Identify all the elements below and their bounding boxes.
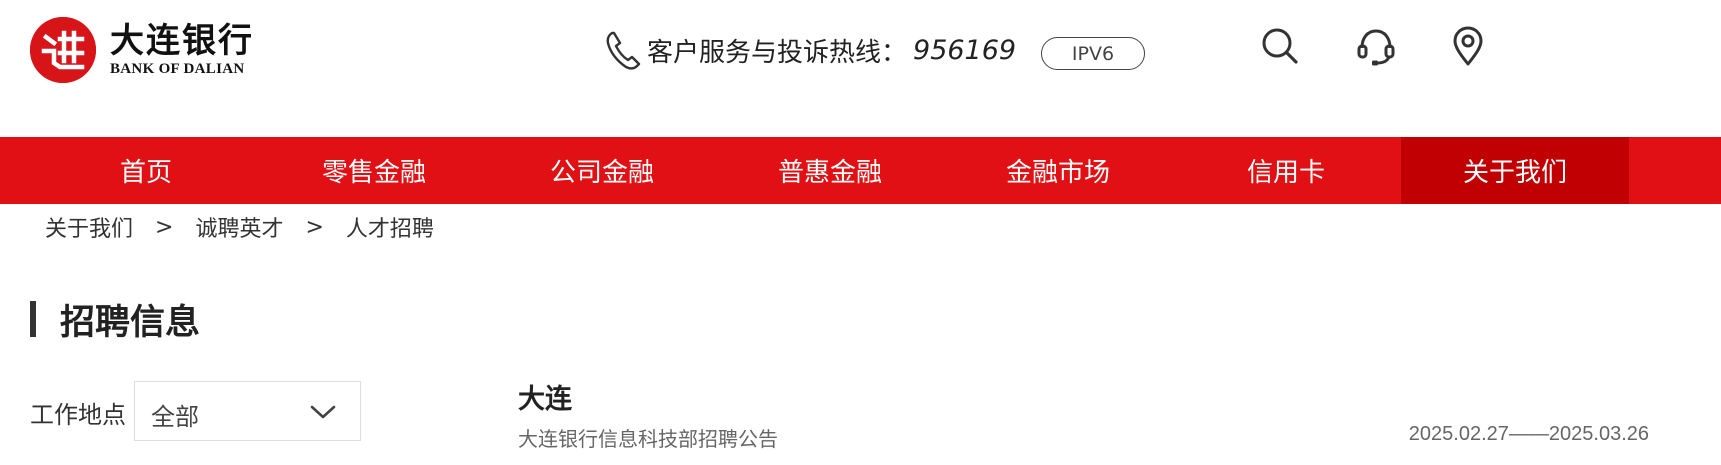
breadcrumb-recruitment[interactable]: 人才招聘 bbox=[346, 211, 434, 243]
nav-item-home[interactable]: 首页 bbox=[32, 137, 260, 204]
job-posting-link[interactable]: 大连银行信息科技部招聘公告 bbox=[518, 423, 778, 452]
nav-item-corporate[interactable]: 公司金融 bbox=[488, 137, 716, 204]
customer-hotline: 客户服务与投诉热线： 956169 bbox=[603, 27, 1016, 73]
logo-chinese-name: 大连银行 bbox=[110, 21, 254, 61]
location-button[interactable] bbox=[1446, 24, 1490, 68]
work-location-select[interactable]: 全部 bbox=[134, 381, 361, 441]
page-title: 招聘信息 bbox=[60, 302, 201, 343]
phone-icon bbox=[606, 31, 641, 70]
logo-text: 大连银行 BANK OF DALIAN bbox=[110, 22, 254, 78]
main-navigation: 首页 零售金融 公司金融 普惠金融 金融市场 信用卡 关于我们 bbox=[0, 137, 1721, 204]
title-accent-bar bbox=[30, 301, 36, 337]
breadcrumb: 关于我们 > 诚聘英才 > 人才招聘 bbox=[45, 211, 434, 243]
chevron-down-icon bbox=[310, 405, 336, 419]
job-date-range: 2025.02.27——2025.03.26 bbox=[1408, 423, 1649, 445]
nav-item-retail[interactable]: 零售金融 bbox=[260, 137, 488, 204]
hotline-number[interactable]: 956169 bbox=[913, 35, 1016, 66]
breadcrumb-careers[interactable]: 诚聘英才 bbox=[195, 211, 283, 243]
nav-item-inclusive[interactable]: 普惠金融 bbox=[716, 137, 944, 204]
nav-item-markets[interactable]: 金融市场 bbox=[944, 137, 1172, 204]
ipv6-badge[interactable]: IPV6 bbox=[1041, 37, 1145, 70]
search-icon bbox=[1262, 28, 1298, 64]
customer-service-button[interactable] bbox=[1354, 24, 1398, 68]
search-button[interactable] bbox=[1258, 24, 1302, 68]
work-location-label: 工作地点 bbox=[30, 401, 126, 429]
nav-item-credit-card[interactable]: 信用卡 bbox=[1172, 137, 1400, 204]
site-header: 大连银行 BANK OF DALIAN 客户服务与投诉热线： 956169 IP… bbox=[0, 0, 1721, 137]
bank-logo-icon bbox=[30, 17, 96, 83]
nav-item-about-us[interactable]: 关于我们 bbox=[1401, 137, 1629, 204]
breadcrumb-about-us[interactable]: 关于我们 bbox=[45, 211, 133, 243]
location-pin-icon bbox=[1453, 26, 1483, 66]
bank-logo[interactable]: 大连银行 BANK OF DALIAN bbox=[30, 17, 254, 83]
breadcrumb-separator: > bbox=[305, 214, 324, 240]
breadcrumb-separator: > bbox=[155, 214, 174, 240]
job-city: 大连 bbox=[518, 384, 572, 415]
work-location-selected: 全部 bbox=[151, 403, 199, 431]
logo-english-name: BANK OF DALIAN bbox=[110, 61, 245, 77]
hotline-label: 客户服务与投诉热线： bbox=[647, 37, 908, 68]
headset-icon bbox=[1357, 29, 1395, 66]
section-heading: 招聘信息 bbox=[30, 298, 200, 343]
